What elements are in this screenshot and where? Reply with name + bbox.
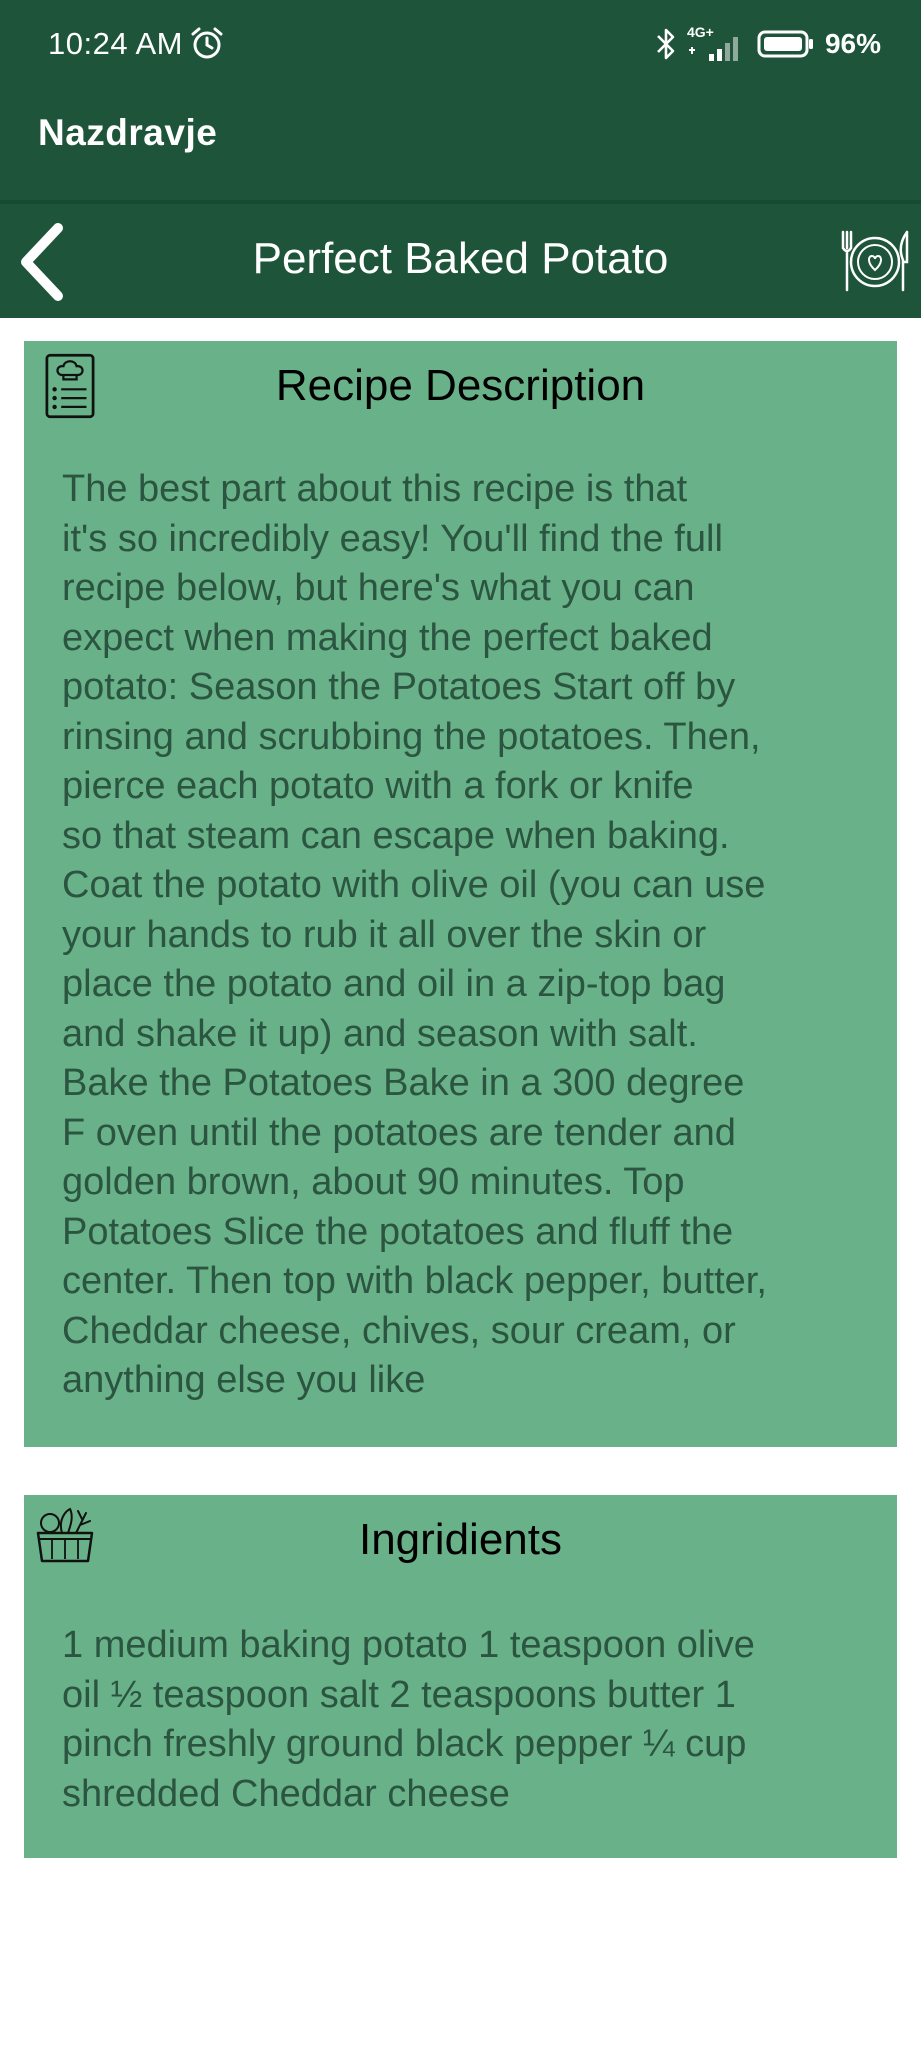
status-time: 10:24 AM [48,26,183,61]
signal-indicator: 4G+ [687,24,747,62]
signal-icon [688,37,738,61]
recipe-description-card: Recipe Description The best part about t… [24,341,897,1447]
app-bar: Nazdravje [0,92,921,202]
status-bar: 10:24 AM 4G+ 96% [0,0,921,92]
bluetooth-icon [657,28,675,60]
description-text: The best part about this recipe is that … [62,468,767,1401]
alarm-icon [191,27,223,59]
battery-percent: 96% [824,28,881,59]
app-title: Nazdravje [38,112,218,153]
recipe-toolbar: Perfect Baked Potato [0,204,921,318]
ingredients-title: Ingridients [358,1515,562,1564]
battery-icon [757,30,813,58]
status-indicators: 4G+ 96% [655,24,881,64]
page-title: Perfect Baked Potato [252,234,669,283]
ingredients-text: 1 medium baking potato 1 teaspoon olive … [62,1624,755,1815]
plate-cutlery-icon[interactable] [837,222,913,298]
ingredients-card: Ingridients 1 medium baking potato 1 tea… [24,1495,897,1858]
description-title: Recipe Description [275,361,646,410]
